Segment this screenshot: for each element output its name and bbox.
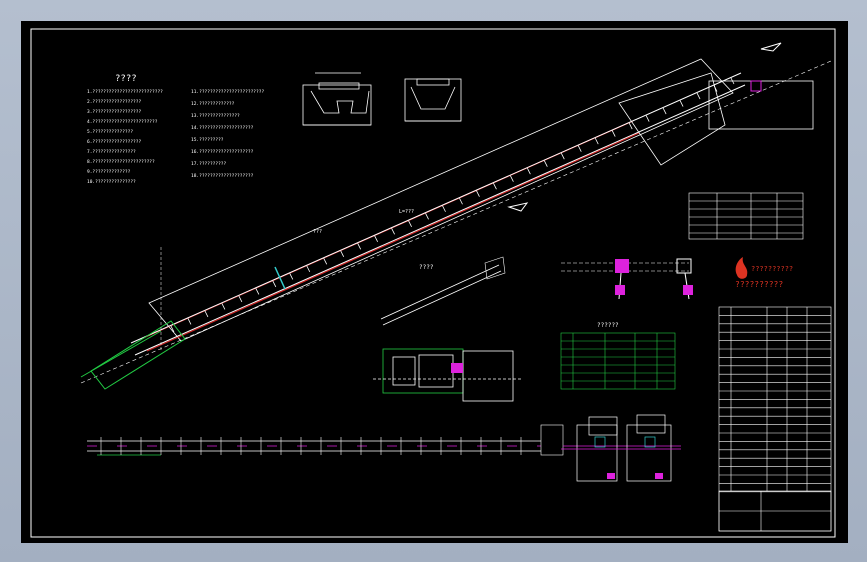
idler — [527, 168, 531, 175]
drawing-border — [30, 28, 836, 538]
idler — [493, 183, 497, 190]
note-line: 15.????????? — [191, 137, 224, 143]
company-logo: ?????????? ?????????? — [735, 257, 793, 289]
idler — [425, 213, 429, 220]
note-line: 9.?????????????? — [87, 169, 131, 175]
idler — [459, 198, 463, 205]
note-line: 3.?????????????????? — [87, 109, 141, 115]
idler — [476, 190, 480, 197]
idler — [357, 243, 362, 250]
idler — [662, 107, 667, 115]
idler — [221, 303, 226, 310]
idler — [696, 92, 701, 100]
conveyor-length-label: L=??? — [399, 209, 414, 215]
idler — [255, 288, 260, 295]
note-line: 13.??????????????? — [191, 113, 240, 119]
drive-unit — [373, 348, 521, 402]
idler — [238, 295, 243, 303]
detail-a-label: ???? — [419, 264, 434, 271]
idler — [408, 220, 412, 227]
note-line: 2.?????????????????? — [87, 99, 141, 105]
note-line: 1.?????????????????????????? — [87, 89, 163, 95]
idler — [628, 122, 633, 130]
note-line: 6.?????????????????? — [87, 139, 141, 145]
idler — [543, 160, 548, 167]
idler — [391, 228, 395, 235]
cad-drawing: ???? 1.?????????????????????????? 2.?????… — [30, 28, 836, 538]
note-line: 10.??????????????? — [87, 179, 136, 185]
idler — [204, 310, 209, 318]
note-line: 8.??????????????????????? — [87, 159, 155, 165]
idler — [442, 205, 446, 212]
idler — [577, 145, 582, 152]
idler — [323, 258, 328, 265]
head-section-detail — [561, 414, 681, 482]
spec-table — [688, 192, 804, 240]
technical-notes: ???? 1.?????????????????????????? 2.?????… — [87, 74, 264, 185]
note-line: 14.???????????????????? — [191, 125, 254, 131]
notes-column-1: 1.?????????????????????????? 2.??????????… — [87, 89, 163, 185]
note-line: 5.??????????????? — [87, 129, 133, 135]
notes-column-2: 11.???????????????????????? 12.??????????… — [191, 89, 264, 179]
idler — [306, 265, 311, 273]
idler — [510, 175, 514, 182]
parts-table-title: ?????? — [597, 322, 619, 329]
idler — [560, 152, 565, 160]
detail-a: ???? — [380, 256, 506, 326]
idler — [645, 115, 650, 122]
note-line: 12.????????????? — [191, 101, 235, 107]
note-line: 18.???????????????????? — [191, 173, 254, 179]
notes-heading: ???? — [115, 74, 137, 84]
idler — [374, 235, 378, 242]
incline-label: ??? — [313, 229, 322, 235]
idler — [340, 250, 345, 258]
note-line: 17.?????????? — [191, 161, 227, 167]
note-line: 7.???????????????? — [87, 149, 136, 155]
idler — [611, 130, 616, 137]
drawing-sheet: ???? 1.?????????????????????????? 2.?????… — [21, 21, 848, 543]
parts-table-green: ?????? — [560, 322, 676, 390]
belt-conveyor-plan — [87, 424, 681, 456]
svg-text:??????????: ?????????? — [751, 265, 793, 273]
bill-of-materials — [718, 306, 832, 532]
logo-text: ?????????? — [735, 280, 783, 289]
idler-detail-2 — [404, 78, 462, 122]
note-line: 4.???????????????????????? — [87, 119, 158, 125]
idler — [679, 100, 684, 107]
note-line: 16.???????????????????? — [191, 149, 254, 155]
note-line: 11.???????????????????????? — [191, 89, 264, 95]
idler — [272, 280, 277, 288]
idler — [594, 137, 599, 145]
pulley-detail — [561, 258, 693, 300]
idler — [187, 318, 192, 325]
idler-detail-1 — [302, 72, 372, 126]
idler — [289, 273, 294, 280]
